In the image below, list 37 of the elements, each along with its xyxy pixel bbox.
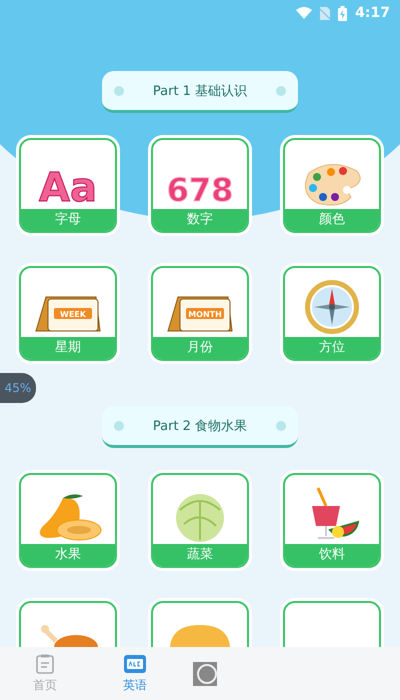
card-label: 水果: [21, 544, 115, 566]
card-label: 颜色: [285, 209, 379, 231]
clipboard-icon: [36, 654, 54, 674]
category-card[interactable]: 饮料: [283, 473, 381, 568]
category-card[interactable]: 颜色: [283, 138, 381, 233]
card-label: 蔬菜: [153, 544, 247, 566]
circle-tile-icon: [193, 662, 217, 686]
card-label: 数字: [153, 209, 247, 231]
category-card[interactable]: Aa 字母: [19, 138, 117, 233]
progress-badge: 45%: [0, 373, 36, 403]
category-card[interactable]: 方位: [283, 266, 381, 361]
compass-drawing: [304, 279, 360, 335]
rivet-dot: [276, 86, 286, 96]
status-time: 4:17: [355, 5, 390, 21]
category-card[interactable]: 678 数字: [151, 138, 249, 233]
nav-tab[interactable]: 英语: [95, 654, 175, 694]
rivet-dot: [114, 86, 124, 96]
numbers-drawing: 678: [160, 157, 240, 207]
card-label: 饮料: [285, 544, 379, 566]
nav-tab[interactable]: 首页: [5, 654, 85, 694]
category-card[interactable]: 蔬菜: [151, 473, 249, 568]
rivet-dot: [114, 420, 124, 430]
abc-book-icon: [123, 654, 147, 674]
card-label: 星期: [21, 337, 115, 359]
section-title: Part 2 食物水果: [152, 418, 248, 434]
rivet-dot: [276, 420, 286, 430]
letters-drawing: Aa: [28, 161, 108, 207]
card-label: 月份: [153, 337, 247, 359]
section-title: Part 1 基础认识: [152, 82, 248, 100]
card-label: 字母: [21, 209, 115, 231]
battery-charging-icon: [338, 6, 348, 20]
wifi-icon: [296, 7, 312, 19]
category-card[interactable]: WEEK 星期: [19, 266, 117, 361]
no-sim-icon: [320, 6, 330, 20]
card-label: 方位: [285, 337, 379, 359]
category-card[interactable]: MONTH 月份: [151, 266, 249, 361]
category-card[interactable]: 水果: [19, 473, 117, 568]
